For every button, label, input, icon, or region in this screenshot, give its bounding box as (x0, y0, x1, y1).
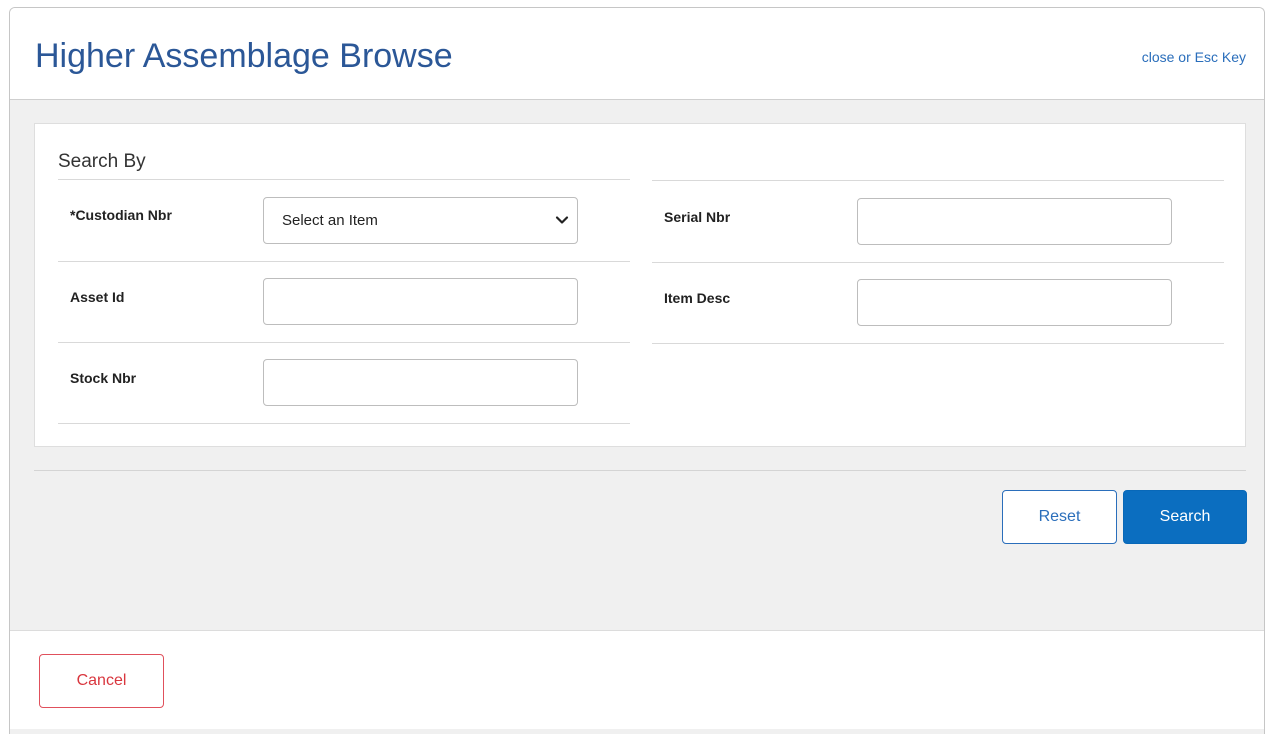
page-title: Higher Assemblage Browse (35, 37, 453, 75)
custodian-nbr-label: *Custodian Nbr (70, 207, 172, 223)
actions-divider (34, 470, 1246, 471)
search-panel: Search By *Custodian Nbr Select an Item … (34, 123, 1246, 447)
divider (58, 179, 630, 180)
search-by-heading: Search By (58, 151, 146, 172)
reset-button[interactable]: Reset (1002, 490, 1117, 544)
item-desc-input[interactable] (857, 279, 1172, 326)
divider (652, 343, 1224, 344)
custodian-nbr-selected-value: Select an Item (282, 212, 378, 229)
chevron-down-icon (555, 216, 569, 224)
close-link[interactable]: close or Esc Key (1142, 49, 1246, 65)
stock-nbr-input[interactable] (263, 359, 578, 406)
dialog-header: Higher Assemblage Browse close or Esc Ke… (10, 8, 1264, 100)
asset-id-label: Asset Id (70, 289, 125, 305)
divider (652, 180, 1224, 181)
item-desc-label: Item Desc (664, 290, 731, 306)
dialog-footer: Cancel (10, 630, 1264, 734)
serial-nbr-label: Serial Nbr (664, 209, 731, 225)
footer-strip (10, 729, 1264, 734)
divider (58, 342, 630, 343)
dialog-body: Search By *Custodian Nbr Select an Item … (10, 100, 1264, 630)
asset-id-input[interactable] (263, 278, 578, 325)
higher-assemblage-browse-dialog: Higher Assemblage Browse close or Esc Ke… (9, 7, 1265, 734)
divider (58, 261, 630, 262)
custodian-nbr-select[interactable]: Select an Item (263, 197, 578, 244)
serial-nbr-input[interactable] (857, 198, 1172, 245)
cancel-button[interactable]: Cancel (39, 654, 164, 708)
divider (652, 262, 1224, 263)
divider (58, 423, 630, 424)
search-button[interactable]: Search (1123, 490, 1247, 544)
stock-nbr-label: Stock Nbr (70, 370, 137, 386)
